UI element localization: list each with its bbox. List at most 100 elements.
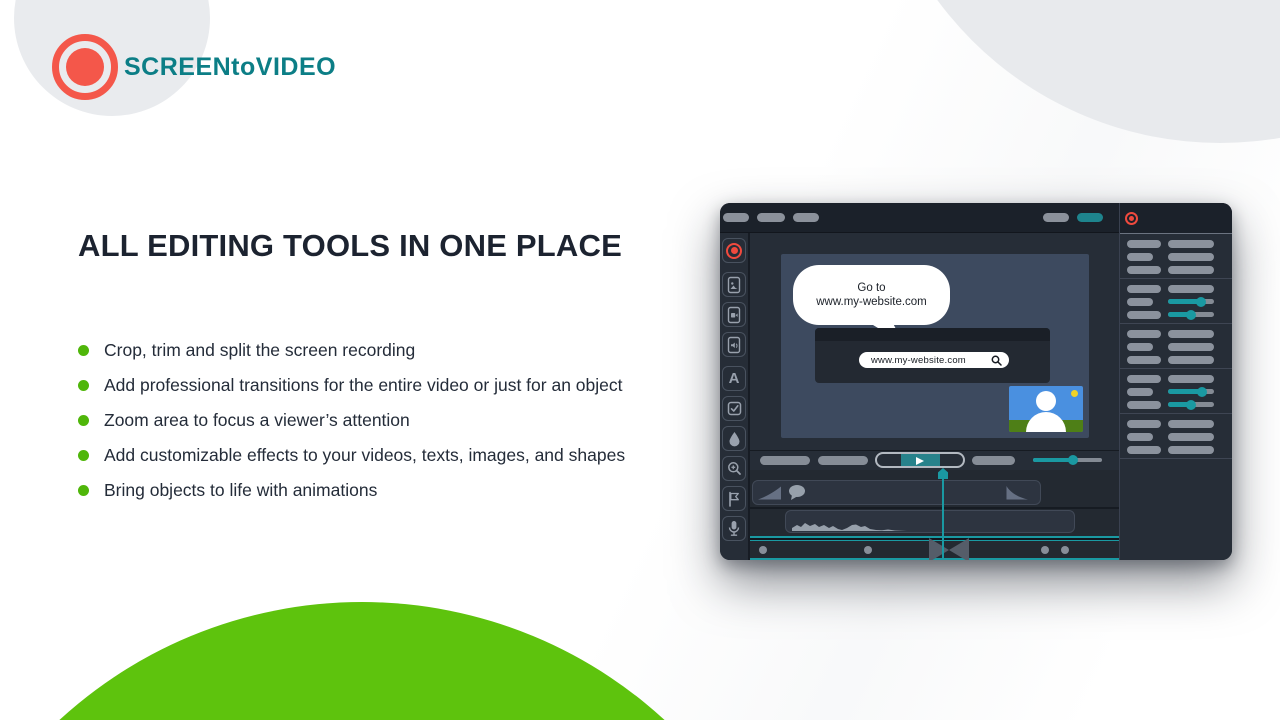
playhead-line bbox=[942, 477, 944, 558]
property-label-pill bbox=[1127, 446, 1161, 454]
bullet-dot-icon bbox=[78, 485, 89, 496]
tool-audio-file bbox=[722, 332, 746, 357]
browser-titlebar bbox=[815, 328, 1050, 341]
toolbar-button-pill bbox=[1043, 213, 1069, 222]
brand-record-logo-icon bbox=[52, 34, 118, 100]
property-label-pill bbox=[1127, 343, 1153, 351]
transition-bowtie-icon bbox=[929, 538, 969, 560]
editor-body: A Go to www.my-website.com www.my-websit… bbox=[720, 233, 1119, 560]
property-label-pill bbox=[1127, 433, 1153, 441]
timeline-marker-dot bbox=[1041, 546, 1049, 554]
editor-tool-sidebar: A bbox=[720, 233, 750, 560]
tool-image-file bbox=[722, 272, 746, 297]
decorative-circle-top-right bbox=[869, 0, 1280, 143]
property-value-pill bbox=[1168, 266, 1214, 274]
playback-controls bbox=[750, 450, 1119, 469]
toolbar-export-button bbox=[1077, 213, 1103, 222]
feature-item: Add professional transitions for the ent… bbox=[78, 375, 625, 396]
video-file-icon bbox=[726, 306, 742, 324]
property-label-pill bbox=[1127, 388, 1153, 396]
webcam-sun-dot bbox=[1071, 390, 1078, 397]
property-label-pill bbox=[1127, 285, 1161, 293]
property-label-pill bbox=[1127, 266, 1161, 274]
timeline-marker-dot bbox=[864, 546, 872, 554]
timeline bbox=[750, 470, 1119, 560]
property-value-pill bbox=[1168, 343, 1214, 351]
microphone-icon bbox=[727, 520, 741, 537]
timeline-marker-strip bbox=[750, 541, 1119, 558]
properties-row bbox=[1120, 263, 1232, 276]
property-label-pill bbox=[1127, 356, 1161, 364]
timeline-track-1 bbox=[750, 470, 1119, 507]
properties-panel bbox=[1119, 203, 1232, 560]
property-label-pill bbox=[1127, 401, 1161, 409]
slider-knob bbox=[1186, 400, 1196, 410]
property-label-pill bbox=[1127, 330, 1161, 338]
properties-group bbox=[1120, 279, 1232, 324]
property-label-pill bbox=[1127, 420, 1161, 428]
property-label-pill bbox=[1127, 253, 1153, 261]
properties-panel-header bbox=[1120, 203, 1232, 234]
video-editor-mockup-window: A Go to www.my-website.com www.my-websit… bbox=[720, 203, 1232, 560]
slider-fill bbox=[1033, 458, 1073, 462]
property-slider bbox=[1168, 298, 1214, 306]
properties-row bbox=[1120, 340, 1232, 353]
properties-groups bbox=[1120, 234, 1232, 459]
timeline-clip-audio bbox=[785, 510, 1075, 533]
feature-text: Bring objects to life with animations bbox=[104, 480, 377, 501]
brand-name: SCREENtoVIDEO bbox=[124, 53, 336, 82]
property-label-pill bbox=[1127, 240, 1161, 248]
toolbar-button-pill bbox=[793, 213, 819, 222]
feature-text: Add customizable effects to your videos,… bbox=[104, 445, 625, 466]
editor-left-section: A Go to www.my-website.com www.my-websit… bbox=[720, 203, 1119, 560]
slider-knob bbox=[1197, 387, 1207, 397]
preview-canvas: Go to www.my-website.com www.my-website.… bbox=[781, 254, 1089, 438]
timeline-track-2 bbox=[750, 509, 1119, 536]
bullet-dot-icon bbox=[78, 345, 89, 356]
tool-flag bbox=[722, 486, 746, 511]
tool-checkbox bbox=[722, 396, 746, 421]
bullet-dot-icon bbox=[78, 415, 89, 426]
record-icon bbox=[1125, 212, 1138, 225]
play-control bbox=[875, 452, 965, 468]
properties-row bbox=[1120, 353, 1232, 366]
fade-in-icon bbox=[757, 484, 783, 501]
slider-knob bbox=[1196, 297, 1206, 307]
browser-url-text: www.my-website.com bbox=[871, 355, 991, 366]
checkbox-icon bbox=[727, 401, 742, 416]
properties-group bbox=[1120, 324, 1232, 369]
image-file-icon bbox=[726, 276, 742, 294]
tool-video-file bbox=[722, 302, 746, 327]
tool-microphone bbox=[722, 516, 746, 541]
control-button-pill bbox=[760, 456, 810, 465]
control-button-pill bbox=[972, 456, 1015, 465]
property-value-pill bbox=[1168, 285, 1214, 293]
properties-row bbox=[1120, 308, 1232, 321]
waveform-icon bbox=[792, 517, 907, 531]
editor-main-area: Go to www.my-website.com www.my-website.… bbox=[750, 233, 1119, 560]
speech-bubble-icon bbox=[787, 484, 807, 501]
property-value-pill bbox=[1168, 330, 1214, 338]
audio-file-icon bbox=[726, 336, 742, 354]
properties-row bbox=[1120, 295, 1232, 308]
properties-group bbox=[1120, 414, 1232, 459]
toolbar-button-pill bbox=[757, 213, 785, 222]
properties-row bbox=[1120, 398, 1232, 411]
property-slider bbox=[1168, 401, 1214, 409]
droplet-icon bbox=[728, 431, 741, 447]
timeline-marker-dot bbox=[1061, 546, 1069, 554]
text-icon: A bbox=[729, 371, 740, 386]
property-value-pill bbox=[1168, 375, 1214, 383]
flag-icon bbox=[727, 491, 741, 507]
properties-group bbox=[1120, 234, 1232, 279]
property-label-pill bbox=[1127, 298, 1153, 306]
properties-row bbox=[1120, 372, 1232, 385]
speech-bubble-callout: Go to www.my-website.com bbox=[793, 265, 950, 325]
slider-knob bbox=[1068, 455, 1078, 465]
browser-mockup: www.my-website.com bbox=[815, 328, 1050, 383]
property-value-pill bbox=[1168, 253, 1214, 261]
property-value-pill bbox=[1168, 446, 1214, 454]
control-button-pill bbox=[818, 456, 868, 465]
zoom-in-icon bbox=[727, 461, 742, 476]
webcam-person-head bbox=[1036, 391, 1056, 411]
